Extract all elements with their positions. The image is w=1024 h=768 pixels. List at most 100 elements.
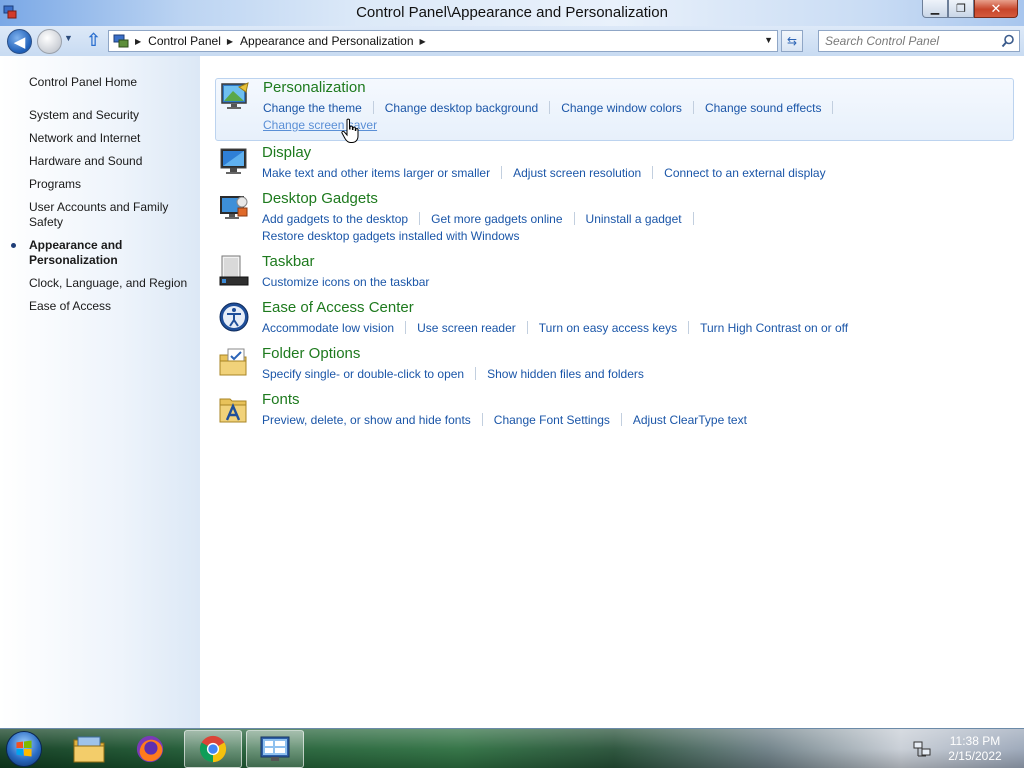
category-links: Change the theme Change desktop backgrou…: [263, 99, 1013, 133]
sidebar-control-panel-home[interactable]: Control Panel Home: [29, 75, 137, 89]
window-title: Control Panel\Appearance and Personaliza…: [356, 4, 668, 21]
clock-date: 2/15/2022: [948, 749, 1002, 763]
task-link[interactable]: Use screen reader: [417, 321, 516, 335]
task-link[interactable]: Change sound effects: [705, 101, 822, 115]
task-link[interactable]: Turn High Contrast on or off: [700, 321, 848, 335]
category-links: Accommodate low vision Use screen reader…: [262, 319, 1012, 336]
link-separator: [692, 212, 694, 225]
task-link[interactable]: Adjust screen resolution: [513, 166, 641, 180]
breadcrumb-appearance[interactable]: Appearance and Personalization: [240, 34, 413, 48]
task-link[interactable]: Get more gadgets online: [431, 212, 562, 226]
back-button[interactable]: ◀: [7, 29, 32, 54]
category-title[interactable]: Taskbar: [262, 253, 315, 270]
recent-pages-chevron-icon[interactable]: ▼: [64, 33, 73, 43]
category-taskbar: Taskbar Customize icons on the taskbar: [215, 253, 1014, 293]
link-separator: [620, 413, 622, 426]
category-links: Preview, delete, or show and hide fonts …: [262, 411, 1012, 428]
windows-logo-icon: [16, 740, 32, 757]
taskbar-chrome[interactable]: [184, 730, 242, 768]
sidebar-item-user-accounts[interactable]: User Accounts and Family Safety: [29, 200, 194, 230]
breadcrumb-control-panel[interactable]: Control Panel: [148, 34, 221, 48]
link-separator: [688, 321, 690, 334]
forward-button[interactable]: [37, 29, 62, 54]
refresh-button[interactable]: ⇆: [781, 30, 803, 52]
task-link[interactable]: Change desktop background: [385, 101, 538, 115]
sidebar-item-clock-language[interactable]: Clock, Language, and Region: [29, 276, 194, 291]
category-title[interactable]: Folder Options: [262, 345, 360, 362]
task-link[interactable]: Change window colors: [561, 101, 682, 115]
category-title[interactable]: Ease of Access Center: [262, 299, 414, 316]
task-link[interactable]: Add gadgets to the desktop: [262, 212, 408, 226]
firefox-icon: [136, 735, 164, 763]
sidebar-item-ease-of-access[interactable]: Ease of Access: [29, 299, 194, 314]
window-controls: ▁ ❐ ✕: [922, 0, 1018, 18]
category-folder-options: Folder Options Specify single- or double…: [215, 345, 1014, 385]
task-link[interactable]: Turn on easy access keys: [539, 321, 677, 335]
task-link[interactable]: Adjust ClearType text: [633, 413, 747, 427]
sidebar-item-system-security[interactable]: System and Security: [29, 108, 194, 123]
sidebar-item-programs[interactable]: Programs: [29, 177, 194, 192]
category-desktop-gadgets: Desktop Gadgets Add gadgets to the deskt…: [215, 190, 1014, 245]
link-separator: [549, 101, 551, 114]
system-clock[interactable]: 11:38 PM 2/15/2022: [940, 734, 1010, 764]
taskbar: 11:38 PM 2/15/2022: [0, 728, 1024, 768]
category-links: Make text and other items larger or smal…: [262, 164, 1012, 181]
category-title[interactable]: Display: [262, 144, 311, 161]
link-separator: [501, 166, 503, 179]
category-personalization: Personalization Change the theme Change …: [215, 78, 1014, 141]
taskbar-firefox[interactable]: [121, 730, 179, 768]
link-separator: [832, 101, 834, 114]
task-link[interactable]: Accommodate low vision: [262, 321, 394, 335]
breadcrumb-chevron-icon[interactable]: ▶: [420, 37, 426, 46]
link-separator: [475, 367, 477, 380]
task-link[interactable]: Restore desktop gadgets installed with W…: [262, 229, 519, 243]
task-link[interactable]: Customize icons on the taskbar: [262, 275, 429, 289]
task-link[interactable]: Show hidden files and folders: [487, 367, 644, 381]
category-title[interactable]: Desktop Gadgets: [262, 190, 378, 207]
task-link[interactable]: Change Font Settings: [494, 413, 610, 427]
search-box: [818, 30, 1020, 52]
task-link[interactable]: Connect to an external display: [664, 166, 825, 180]
link-separator: [573, 212, 575, 225]
category-links: Specify single- or double-click to open …: [262, 365, 1012, 382]
start-button[interactable]: [6, 731, 42, 767]
category-content: Personalization Change the theme Change …: [200, 56, 1024, 728]
sidebar: Control Panel Home System and Security N…: [0, 56, 200, 728]
file-explorer-icon: [73, 736, 105, 763]
task-link[interactable]: Uninstall a gadget: [586, 212, 682, 226]
link-separator: [372, 101, 374, 114]
link-separator: [692, 101, 694, 114]
folder-options-icon: [219, 348, 247, 376]
display-icon: [220, 148, 247, 174]
navigation-bar: ◀ ▼ ⇧ ▶ Control Panel ▶ Appearance and P…: [0, 26, 1024, 56]
sidebar-item-appearance[interactable]: Appearance and Personalization: [11, 238, 194, 268]
ease-of-access-icon: [219, 302, 249, 332]
clock-time: 11:38 PM: [949, 734, 1001, 748]
category-links: Customize icons on the taskbar: [262, 273, 1012, 290]
category-title[interactable]: Personalization: [263, 79, 366, 96]
task-link[interactable]: Specify single- or double-click to open: [262, 367, 464, 381]
category-title[interactable]: Fonts: [262, 391, 300, 408]
address-dropdown-icon[interactable]: ▼: [764, 35, 773, 45]
task-link[interactable]: Make text and other items larger or smal…: [262, 166, 490, 180]
search-input[interactable]: [819, 31, 997, 51]
breadcrumb-chevron-icon[interactable]: ▶: [135, 37, 141, 46]
task-link[interactable]: Change the theme: [263, 101, 362, 115]
address-bar[interactable]: ▶ Control Panel ▶ Appearance and Persona…: [108, 30, 778, 52]
search-icon[interactable]: [1001, 34, 1015, 48]
taskbar-control-panel[interactable]: [246, 730, 304, 768]
up-level-button[interactable]: ⇧: [86, 30, 101, 51]
category-links: Add gadgets to the desktop Get more gadg…: [262, 210, 1012, 244]
restore-button[interactable]: ❐: [948, 0, 974, 18]
taskbar-file-explorer[interactable]: [60, 730, 118, 768]
sidebar-category-list: System and Security Network and Internet…: [11, 108, 194, 322]
sidebar-item-network-internet[interactable]: Network and Internet: [29, 131, 194, 146]
close-button[interactable]: ✕: [974, 0, 1018, 18]
breadcrumb-chevron-icon[interactable]: ▶: [227, 37, 233, 46]
link-separator: [526, 321, 528, 334]
sidebar-item-hardware-sound[interactable]: Hardware and Sound: [29, 154, 194, 169]
chrome-icon: [199, 735, 227, 763]
network-tray-icon[interactable]: [913, 741, 931, 757]
task-link[interactable]: Preview, delete, or show and hide fonts: [262, 413, 471, 427]
minimize-button[interactable]: ▁: [922, 0, 948, 18]
